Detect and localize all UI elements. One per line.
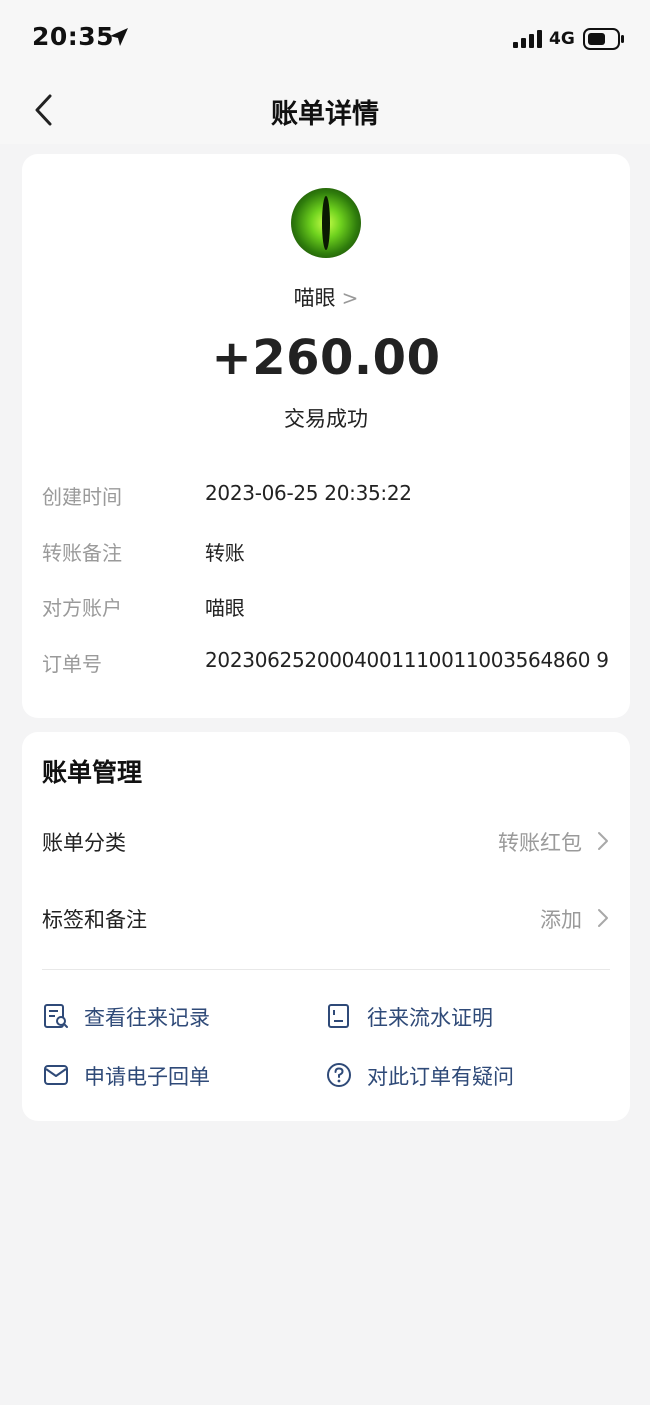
network-type: 4G	[549, 29, 575, 49]
detail-row-created-time: 创建时间 2023-06-25 20:35:22	[42, 481, 622, 511]
transaction-card: 喵眼 > +260.00 交易成功 创建时间 2023-06-25 20:35:2…	[22, 154, 630, 718]
action-label: 申请电子回单	[84, 1065, 210, 1089]
detail-label: 订单号	[42, 652, 102, 676]
signal-strength-icon	[513, 30, 545, 52]
page-title: 账单详情	[271, 99, 379, 130]
record-search-icon	[42, 1002, 70, 1034]
detail-label: 转账备注	[42, 541, 122, 565]
bill-management-card: 账单管理 账单分类 转账红包 标签和备注 添加 查看往来记录 往来流水证明 申请…	[22, 732, 630, 1121]
nav-bar: 账单详情	[0, 76, 650, 144]
location-arrow-icon	[108, 26, 130, 52]
detail-row-order-number: 订单号 2023062520004001110011003564860 9	[42, 648, 622, 678]
payee-name-link[interactable]: 喵眼 >	[22, 282, 630, 312]
chevron-right-icon	[596, 829, 610, 857]
transaction-status: 交易成功	[284, 407, 368, 431]
row-value: 添加	[540, 908, 582, 932]
row-label: 标签和备注	[42, 908, 147, 932]
payee-avatar[interactable]	[291, 188, 361, 258]
status-time: 20:35	[32, 22, 115, 51]
chevron-right-icon	[596, 906, 610, 934]
divider	[42, 969, 610, 970]
detail-value: 2023-06-25 20:35:22	[205, 481, 412, 505]
chevron-right-icon: >	[341, 286, 359, 310]
transaction-amount: +260.00	[211, 330, 441, 386]
row-label: 账单分类	[42, 831, 126, 855]
row-value: 转账红包	[498, 831, 582, 855]
envelope-icon	[42, 1061, 70, 1093]
detail-row-remark: 转账备注 转账	[42, 537, 622, 567]
order-number-value: 2023062520004001110011003564860 9	[205, 648, 609, 672]
detail-label: 创建时间	[42, 485, 122, 509]
cat-eye-pupil	[322, 196, 330, 250]
bill-category-row[interactable]: 账单分类 转账红包	[42, 821, 610, 861]
tags-remarks-row[interactable]: 标签和备注 添加	[42, 898, 610, 938]
detail-value[interactable]: 喵眼	[205, 592, 245, 621]
action-label: 查看往来记录	[84, 1006, 210, 1030]
statement-icon	[325, 1002, 353, 1034]
detail-value: 转账	[205, 541, 245, 565]
section-title: 账单管理	[42, 758, 143, 787]
action-label: 往来流水证明	[367, 1006, 493, 1030]
question-icon	[325, 1061, 353, 1093]
status-bar: 20:35 4G	[0, 0, 650, 76]
battery-icon	[583, 28, 625, 54]
action-label: 对此订单有疑问	[367, 1065, 514, 1089]
payee-name: 喵眼	[293, 286, 336, 310]
detail-label: 对方账户	[42, 596, 122, 620]
detail-row-counterparty: 对方账户 喵眼	[42, 592, 622, 622]
